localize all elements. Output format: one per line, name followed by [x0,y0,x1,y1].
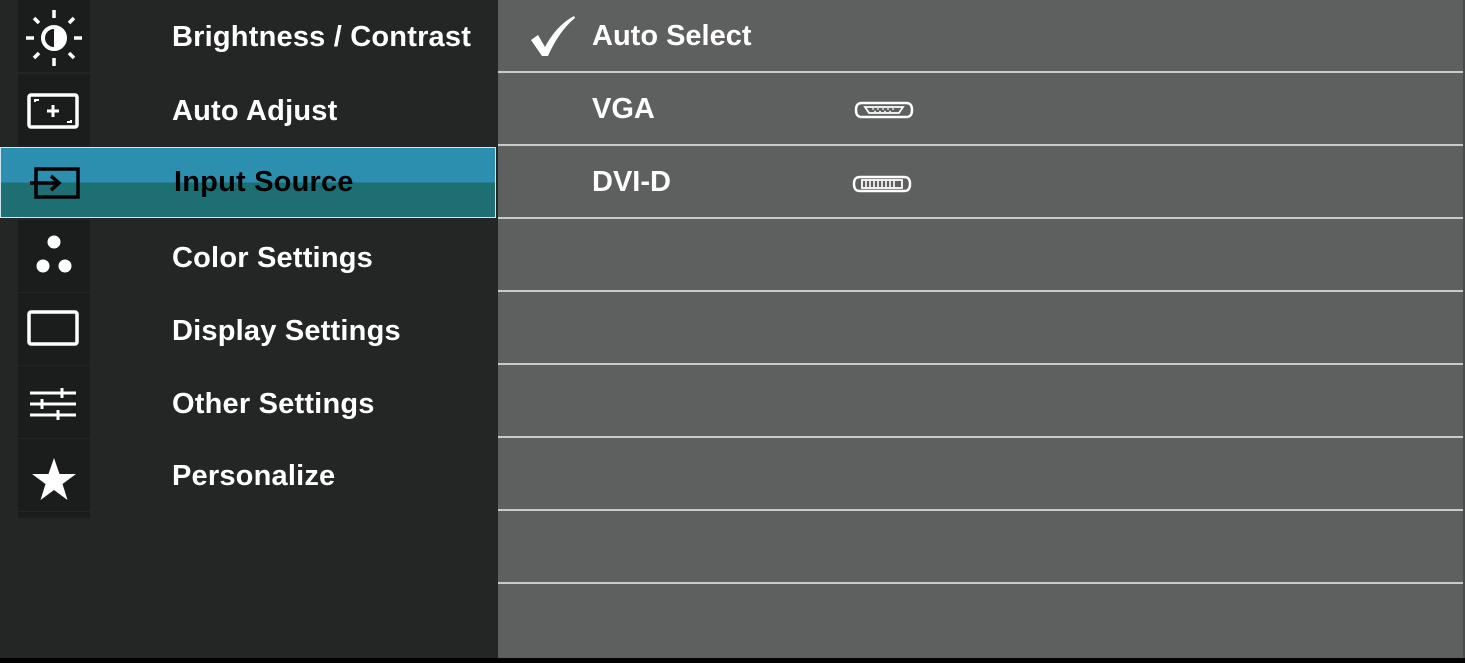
star-icon [18,439,90,511]
main-menu: Brightness / Contrast Auto Adjust Input … [0,0,498,658]
input-source-panel: Auto Select VGA DVI-D [498,0,1465,658]
icon-column-filler [18,512,90,518]
menu-item-label: Other Settings [172,388,375,420]
menu-item-brightness-contrast[interactable]: Brightness / Contrast [0,0,498,73]
menu-item-label: Color Settings [172,242,373,274]
menu-item-color-settings[interactable]: Color Settings [0,220,498,293]
display-settings-icon [18,293,90,365]
brightness-icon [18,0,90,72]
auto-adjust-icon [18,74,90,146]
empty-row [498,292,1463,365]
option-label: Auto Select [592,20,752,52]
menu-item-label: Brightness / Contrast [172,21,472,53]
menu-item-other-settings[interactable]: Other Settings [0,366,498,439]
color-settings-icon [18,220,90,292]
empty-row [498,365,1463,438]
checkmark-icon [528,14,578,65]
vga-connector-icon [853,98,915,127]
menu-item-label: Auto Adjust [172,95,338,127]
option-label: VGA [592,93,655,125]
menu-item-label: Input Source [174,166,354,198]
empty-row [498,584,1463,658]
menu-item-auto-adjust[interactable]: Auto Adjust [0,74,498,147]
monitor-osd: Brightness / Contrast Auto Adjust Input … [0,0,1465,658]
menu-item-personalize[interactable]: Personalize [0,439,498,512]
menu-item-label: Personalize [172,460,336,492]
dvi-connector-icon [851,172,913,201]
empty-row [498,511,1463,584]
option-label: DVI-D [592,166,671,198]
option-vga[interactable]: VGA [498,73,1463,146]
other-settings-icon [18,366,90,438]
empty-row [498,219,1463,292]
option-auto-select[interactable]: Auto Select [498,0,1463,73]
menu-item-display-settings[interactable]: Display Settings [0,293,498,366]
empty-row [498,438,1463,511]
menu-item-label: Display Settings [172,315,401,347]
option-dvi-d[interactable]: DVI-D [498,146,1463,219]
menu-item-input-source[interactable]: Input Source [0,147,496,218]
input-source-icon [18,148,90,217]
